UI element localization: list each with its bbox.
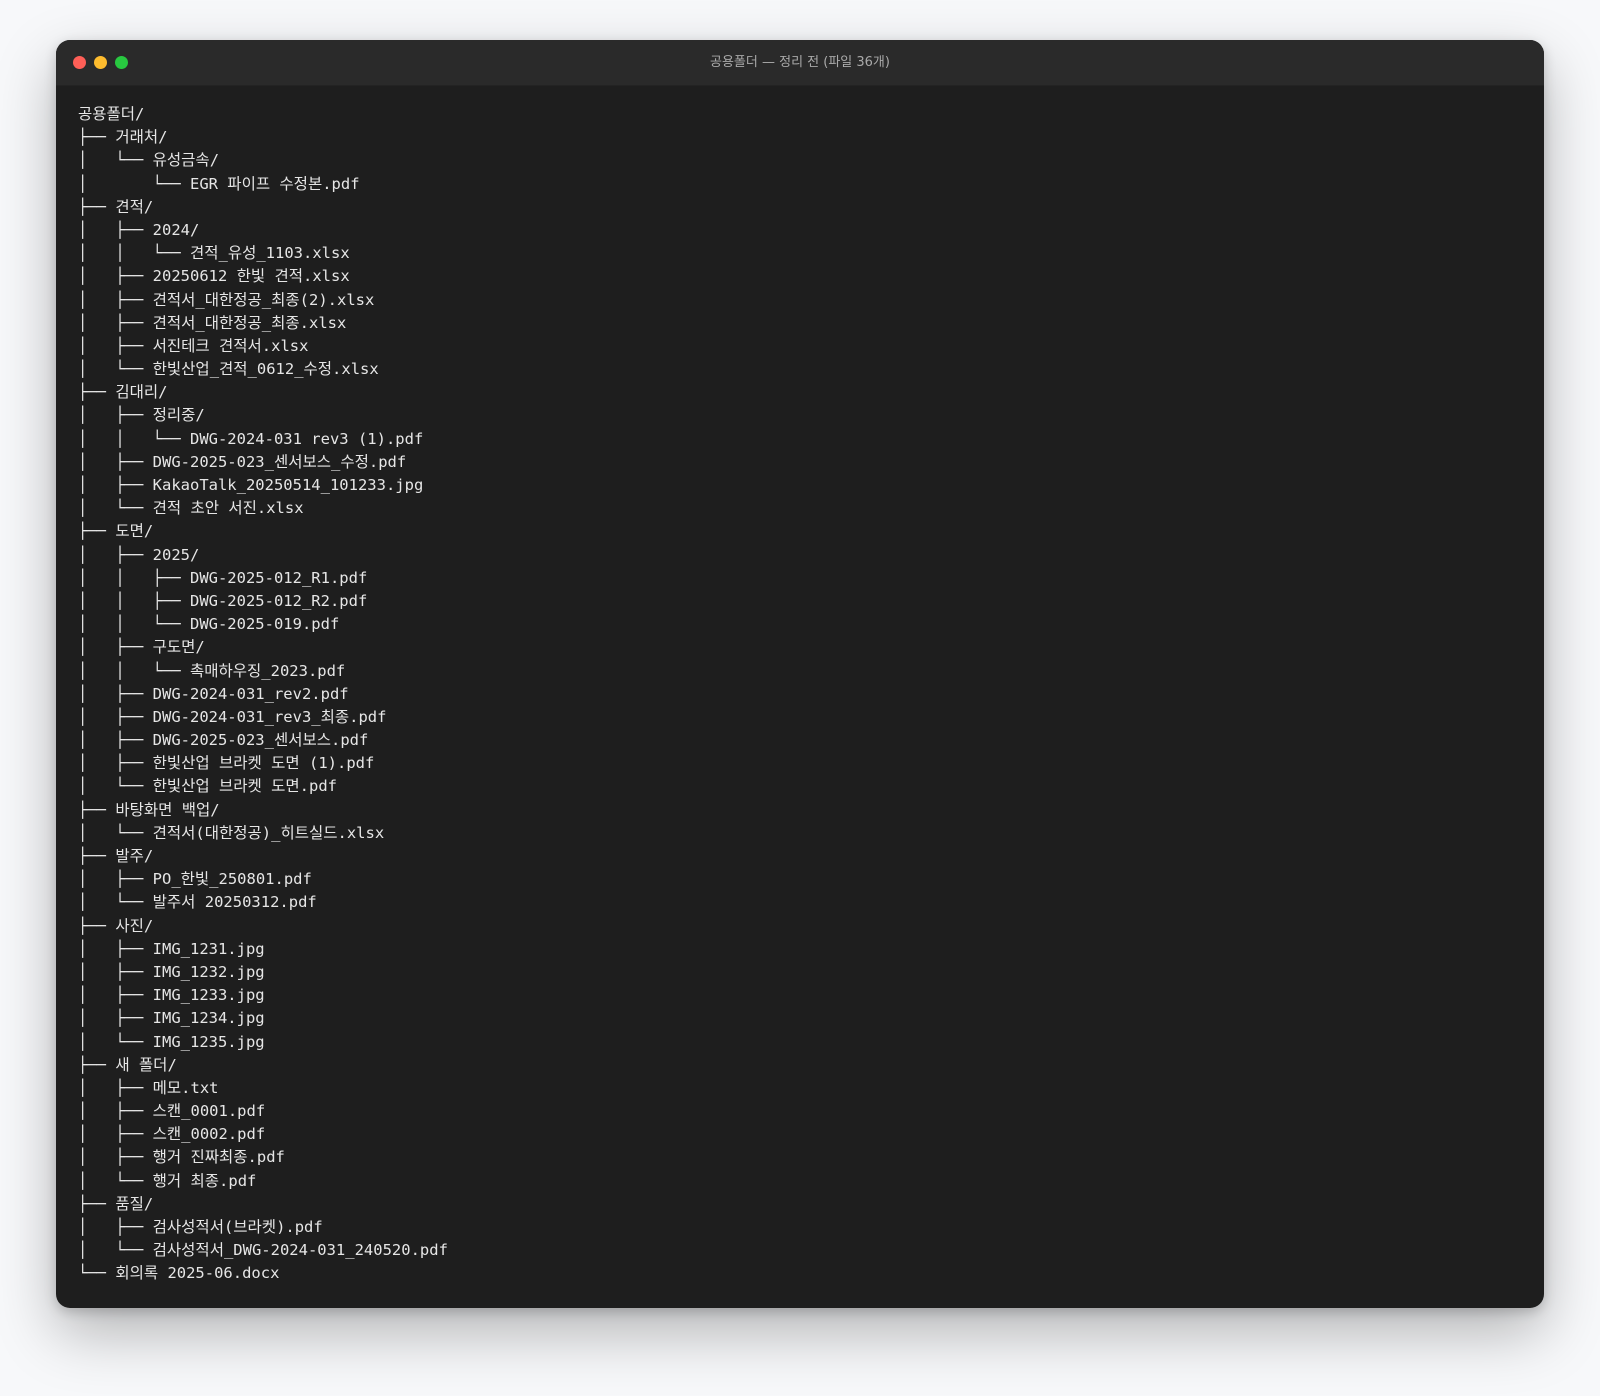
tree-line: │ ├── 메모.txt — [78, 1078, 219, 1097]
tree-line: │ ├── PO_한빛_250801.pdf — [78, 870, 312, 889]
tree-line: └── 회의록 2025-06.docx — [78, 1264, 280, 1283]
tree-line: │ ├── DWG-2024-031_rev2.pdf — [78, 684, 349, 703]
tree-line: │ ├── IMG_1231.jpg — [78, 939, 265, 958]
tree-line: ├── 새 폴더/ — [78, 1055, 177, 1074]
tree-line: │ ├── IMG_1234.jpg — [78, 1009, 265, 1028]
tree-line: ├── 견적/ — [78, 197, 154, 216]
tree-line: │ ├── IMG_1232.jpg — [78, 962, 265, 981]
tree-line: │ ├── 서진테크 견적서.xlsx — [78, 336, 309, 355]
tree-line: │ ├── 구도면/ — [78, 638, 205, 657]
tree-line: │ ├── KakaoTalk_20250514_101233.jpg — [78, 476, 424, 494]
tree-line: ├── 도면/ — [78, 522, 154, 541]
tree-line: │ │ ├── DWG-2025-012_R1.pdf — [78, 568, 368, 587]
title-bar[interactable]: 공용폴더 — 정리 전 (파일 36개) — [56, 40, 1544, 86]
tree-line: │ ├── 2024/ — [78, 220, 200, 239]
tree-line: │ └── 행거 최종.pdf — [78, 1171, 257, 1190]
tree-line: │ │ └── 견적_유성_1103.xlsx — [78, 244, 350, 263]
tree-line: │ ├── 한빛산업 브라켓 도면 (1).pdf — [78, 754, 375, 773]
tree-line: ├── 바탕화면 백업/ — [78, 800, 220, 819]
tree-line: │ ├── 견적서_대한정공_최종(2).xlsx — [78, 290, 375, 309]
tree-line: │ └── 견적 초안 서진.xlsx — [78, 499, 304, 518]
tree-line: │ └── 한빛산업_견적_0612_수정.xlsx — [78, 360, 379, 379]
tree-line: │ └── IMG_1235.jpg — [78, 1032, 265, 1051]
tree-line: │ └── EGR 파이프 수정본.pdf — [78, 174, 360, 193]
tree-line: │ └── 발주서 20250312.pdf — [78, 893, 317, 912]
tree-line: │ ├── 20250612 한빛 견적.xlsx — [78, 267, 350, 286]
tree-line: │ ├── 스캔_0002.pdf — [78, 1125, 266, 1144]
tree-line: │ │ └── DWG-2024-031 rev3 (1).pdf — [78, 429, 424, 448]
tree-line: │ │ └── DWG-2025-019.pdf — [78, 615, 340, 634]
terminal-window: 공용폴더 — 정리 전 (파일 36개) 공용폴더/ ├── 거래처/ │ └── … — [56, 40, 1544, 1308]
tree-line: ├── 거래처/ — [78, 128, 168, 147]
tree-line: │ │ └── 촉매하우징_2023.pdf — [78, 661, 346, 680]
tree-line: │ ├── DWG-2025-023_센서보스.pdf — [78, 731, 369, 750]
tree-line: 공용폴더/ — [78, 105, 145, 123]
tree-line: │ └── 한빛산업 브라켓 도면.pdf — [78, 777, 337, 796]
tree-line: │ ├── IMG_1233.jpg — [78, 986, 265, 1005]
tree-line: │ └── 견적서(대한정공)_히트실드.xlsx — [78, 823, 385, 842]
tree-line: │ │ ├── DWG-2025-012_R2.pdf — [78, 591, 368, 610]
tree-line: ├── 김대리/ — [78, 383, 168, 402]
tree-line: │ ├── 2025/ — [78, 545, 200, 564]
tree-line: │ ├── DWG-2025-023_센서보스_수정.pdf — [78, 452, 407, 471]
directory-tree: 공용폴더/ ├── 거래처/ │ └── 유성금속/ │ └── EGR 파이프 수정… — [56, 86, 1544, 1286]
tree-line: │ ├── 행거 진짜최종.pdf — [78, 1148, 285, 1167]
tree-line: │ ├── DWG-2024-031_rev3_최종.pdf — [78, 707, 387, 726]
tree-line: ├── 발주/ — [78, 847, 154, 865]
tree-line: │ ├── 견적서_대한정공_최종.xlsx — [78, 313, 347, 332]
tree-line: │ ├── 정리중/ — [78, 406, 205, 425]
tree-line: ├── 사진/ — [78, 916, 154, 935]
tree-line: │ └── 검사성적서_DWG-2024-031_240520.pdf — [78, 1241, 448, 1260]
window-title: 공용폴더 — 정리 전 (파일 36개) — [710, 55, 890, 70]
tree-line: ├── 품질/ — [78, 1194, 154, 1213]
tree-line: │ ├── 검사성적서(브라켓).pdf — [78, 1218, 323, 1236]
tree-line: │ └── 유성금속/ — [78, 151, 220, 170]
tree-line: │ ├── 스캔_0001.pdf — [78, 1102, 266, 1121]
